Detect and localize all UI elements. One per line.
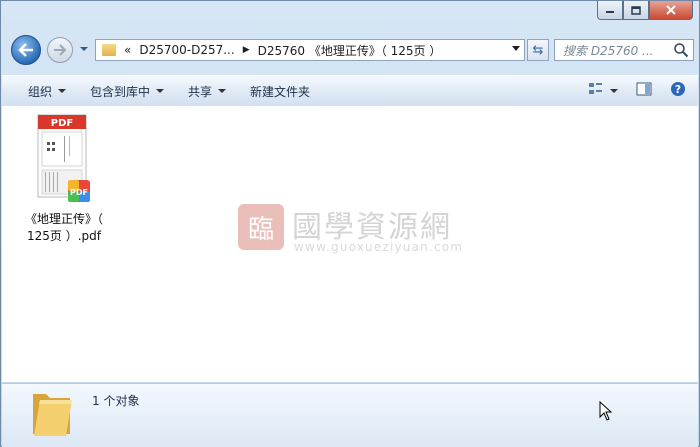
close-icon bbox=[666, 5, 676, 15]
close-button[interactable] bbox=[649, 1, 693, 20]
chevron-down-icon bbox=[80, 47, 88, 51]
share-label: 共享 bbox=[188, 84, 213, 99]
search-icon[interactable] bbox=[673, 42, 689, 58]
change-view-button[interactable] bbox=[588, 81, 604, 100]
arrow-right-icon bbox=[54, 44, 67, 56]
details-pane: 1 个对象 bbox=[2, 383, 698, 447]
caret-down-icon bbox=[58, 89, 67, 93]
breadcrumb-segment-current[interactable]: D25760 《地理正传》（ 125页 ） bbox=[258, 42, 442, 59]
breadcrumb-arrow-icon[interactable]: ▶ bbox=[243, 45, 250, 55]
navigation-bar: « D25700-D257... ▶ D25760 《地理正传》（ 125页 ）… bbox=[9, 35, 694, 65]
item-count: 1 个对象 bbox=[92, 394, 140, 408]
caption-buttons bbox=[597, 1, 693, 20]
caret-down-icon bbox=[156, 89, 165, 93]
address-bar[interactable]: « D25700-D257... ▶ D25760 《地理正传》（ 125页 ） bbox=[95, 39, 525, 61]
help-button[interactable]: ? bbox=[670, 81, 686, 100]
watermark-url: www.guoxueziyuan.com bbox=[294, 240, 464, 254]
svg-text:PDF: PDF bbox=[70, 188, 88, 197]
pdf-file-icon: PDF PDF bbox=[37, 114, 90, 202]
file-name-line: 125页 ）.pdf bbox=[27, 229, 101, 243]
help-icon: ? bbox=[671, 82, 685, 96]
back-button[interactable] bbox=[11, 35, 41, 65]
maximize-icon bbox=[631, 5, 641, 15]
folder-icon bbox=[102, 44, 116, 56]
file-item[interactable]: PDF PDF 《地理正传》（ 125页 ）.pdf bbox=[16, 114, 112, 245]
address-overflow-chevron[interactable]: « bbox=[124, 43, 131, 57]
arrow-left-icon bbox=[18, 43, 33, 57]
file-list-pane[interactable]: PDF PDF 《地理正传》（ 125页 ）.pdf 臨 國學資源網 www.g… bbox=[2, 106, 698, 382]
share-button[interactable]: 共享 bbox=[188, 83, 227, 100]
search-box[interactable]: 搜索 D25760 ... bbox=[554, 39, 694, 61]
breadcrumb-segment-parent[interactable]: D25700-D257... bbox=[139, 43, 234, 57]
view-grid-icon bbox=[589, 83, 602, 94]
explorer-window: « D25700-D257... ▶ D25760 《地理正传》（ 125页 ）… bbox=[0, 0, 700, 447]
svg-text:?: ? bbox=[675, 83, 681, 96]
watermark-seal: 臨 bbox=[238, 204, 284, 250]
preview-pane-icon bbox=[636, 82, 652, 96]
pdf-thumbnail-label: PDF bbox=[51, 118, 73, 129]
command-bar: 组织 包含到库中 共享 新建文件夹 ? bbox=[2, 75, 698, 107]
address-dropdown-icon[interactable] bbox=[512, 46, 520, 51]
caret-down-icon bbox=[218, 89, 227, 93]
preview-pane-button[interactable] bbox=[636, 82, 652, 99]
mouse-pointer-icon bbox=[599, 401, 613, 421]
view-controls: ? bbox=[588, 81, 686, 100]
minimize-button[interactable] bbox=[597, 1, 623, 20]
organize-button[interactable]: 组织 bbox=[28, 83, 67, 100]
include-in-library-button[interactable]: 包含到库中 bbox=[90, 83, 165, 100]
search-input[interactable]: 搜索 D25760 ... bbox=[563, 42, 673, 59]
folder-large-icon bbox=[33, 394, 72, 436]
refresh-icon: ⇆ bbox=[532, 42, 544, 58]
file-name: 《地理正传》（ 125页 ）.pdf bbox=[16, 211, 112, 245]
maximize-button[interactable] bbox=[623, 1, 649, 20]
view-dropdown-icon[interactable] bbox=[610, 88, 618, 93]
minimize-icon bbox=[606, 11, 614, 13]
recent-pages-button[interactable] bbox=[79, 43, 89, 55]
forward-button[interactable] bbox=[47, 37, 73, 63]
organize-label: 组织 bbox=[28, 84, 53, 99]
file-name-line: 《地理正传》（ bbox=[24, 212, 103, 226]
include-library-label: 包含到库中 bbox=[90, 84, 151, 99]
new-folder-label: 新建文件夹 bbox=[250, 84, 311, 99]
refresh-button[interactable]: ⇆ bbox=[527, 39, 549, 61]
new-folder-button[interactable]: 新建文件夹 bbox=[250, 83, 310, 100]
watermark-logo: 臨 國學資源網 www.guoxueziyuan.com bbox=[238, 202, 478, 262]
